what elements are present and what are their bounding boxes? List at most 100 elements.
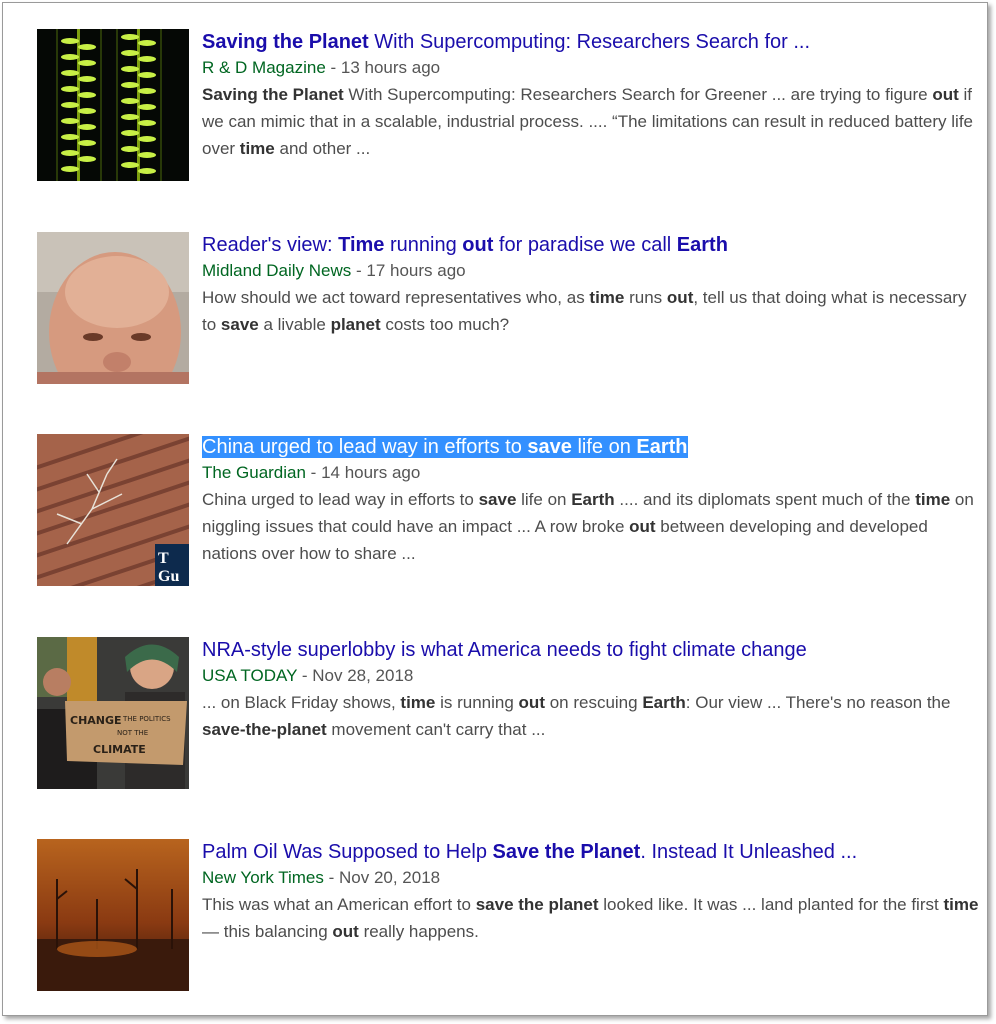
bald-man-portrait-thumbnail[interactable]	[37, 232, 189, 384]
snippet-highlight: save the planet	[475, 895, 599, 914]
result-meta: Midland Daily News - 17 hours ago	[202, 259, 982, 283]
result-source: R & D Magazine	[202, 58, 326, 77]
snippet-highlight: out	[629, 517, 656, 536]
snippet-highlight: time	[239, 139, 275, 158]
title-highlight: Time	[338, 234, 385, 256]
title-text: . Instead It Unleashed ...	[640, 841, 858, 863]
snippet-highlight: out	[666, 288, 694, 307]
snippet-highlight: planet	[330, 315, 381, 334]
title-text: China urged to lead way in efforts to	[202, 436, 528, 458]
title-highlight: Earth	[676, 234, 728, 256]
news-result: T Gu China urged to lead way in efforts …	[37, 434, 977, 586]
result-title-link[interactable]: Saving the Planet With Supercomputing: R…	[202, 31, 810, 53]
meta-separator: -	[325, 58, 341, 77]
result-date: 17 hours ago	[366, 261, 466, 280]
result-source: New York Times	[202, 868, 324, 887]
result-title-link[interactable]: Palm Oil Was Supposed to Help Save the P…	[202, 841, 857, 863]
result-snippet: China urged to lead way in efforts to sa…	[202, 486, 982, 567]
snippet-highlight: out	[932, 85, 959, 104]
climate-protest-thumbnail[interactable]: CHANGE THE POLITICS NOT THE CLIMATE	[37, 637, 189, 789]
snippet-highlight: Earth	[571, 490, 615, 509]
result-meta: R & D Magazine - 13 hours ago	[202, 56, 982, 80]
snippet-text: : Our view ... There's no reason the	[685, 693, 951, 712]
snippet-text: This was what an American effort to	[202, 895, 476, 914]
snippet-highlight: Earth	[642, 693, 686, 712]
title-highlight: out	[462, 234, 494, 256]
snippet-highlight: save	[220, 315, 259, 334]
snippet-highlight: time	[400, 693, 436, 712]
result-snippet: How should we act toward representatives…	[202, 284, 982, 338]
title-highlight: Save the Planet	[492, 841, 641, 863]
snippet-highlight: time	[915, 490, 951, 509]
title-text: NRA-style superlobby is what America nee…	[202, 639, 807, 661]
result-date: 13 hours ago	[340, 58, 441, 77]
snippet-highlight: out	[332, 922, 359, 941]
title-text: Reader's view:	[202, 234, 339, 256]
svg-text:NOT THE: NOT THE	[117, 729, 148, 737]
snippet-text: a livable	[258, 315, 331, 334]
result-title-link[interactable]: China urged to lead way in efforts to sa…	[202, 436, 688, 458]
snippet-text: and other ...	[274, 139, 371, 158]
svg-text:THE POLITICS: THE POLITICS	[122, 715, 171, 723]
title-text: Palm Oil Was Supposed to Help	[202, 841, 493, 863]
snippet-text: China urged to lead way in efforts to	[202, 490, 479, 509]
meta-separator: -	[351, 261, 367, 280]
snippet-text: looked like. It was ... land planted for…	[598, 895, 944, 914]
result-meta: USA TODAY - Nov 28, 2018	[202, 664, 982, 688]
title-highlight: Earth	[636, 436, 688, 458]
result-title-link[interactable]: Reader's view: Time running out for para…	[202, 234, 728, 256]
dry-tree-aerial-thumbnail[interactable]: T Gu	[37, 434, 189, 586]
snippet-text: movement can't carry that ...	[326, 720, 546, 739]
meta-separator: -	[323, 868, 339, 887]
result-text: Saving the Planet With Supercomputing: R…	[202, 29, 982, 162]
result-date: 14 hours ago	[321, 463, 421, 482]
result-title-link[interactable]: NRA-style superlobby is what America nee…	[202, 639, 807, 661]
snippet-text: — this balancing	[202, 922, 333, 941]
result-source: USA TODAY	[202, 666, 298, 685]
title-text: With Supercomputing: Researchers Search …	[368, 31, 811, 53]
result-meta: New York Times - Nov 20, 2018	[202, 866, 982, 890]
title-highlight: save	[527, 436, 572, 458]
result-meta: The Guardian - 14 hours ago	[202, 461, 982, 485]
snippet-text: on rescuing	[544, 693, 643, 712]
title-text: life on	[571, 436, 637, 458]
result-date: Nov 20, 2018	[339, 868, 441, 887]
result-snippet: This was what an American effort to save…	[202, 891, 982, 945]
news-results-panel: Saving the Planet With Supercomputing: R…	[2, 2, 988, 1016]
result-text: NRA-style superlobby is what America nee…	[202, 637, 982, 743]
title-text: running	[384, 234, 463, 256]
snippet-text: ... on Black Friday shows,	[202, 693, 401, 712]
result-text: Reader's view: Time running out for para…	[202, 232, 982, 338]
snippet-highlight: out	[518, 693, 545, 712]
result-text: China urged to lead way in efforts to sa…	[202, 434, 982, 567]
svg-text:Gu: Gu	[158, 568, 179, 585]
snippet-highlight: time	[943, 895, 979, 914]
snippet-text: really happens.	[358, 922, 479, 941]
result-source: The Guardian	[202, 463, 306, 482]
svg-text:CHANGE: CHANGE	[70, 714, 122, 727]
snippet-text: With Supercomputing: Researchers Search …	[343, 85, 933, 104]
snippet-highlight: save-the-planet	[202, 720, 327, 739]
snippet-highlight: time	[589, 288, 625, 307]
svg-text:T: T	[158, 550, 169, 567]
meta-separator: -	[305, 463, 322, 482]
result-source: Midland Daily News	[202, 261, 352, 280]
green-fibers-thumbnail[interactable]	[37, 29, 189, 181]
snippet-text: costs too much?	[380, 315, 510, 334]
snippet-highlight: Saving the Planet	[202, 85, 344, 104]
result-text: Palm Oil Was Supposed to Help Save the P…	[202, 839, 982, 945]
snippet-text: .... and its diplomats spent much of the	[614, 490, 916, 509]
news-result: CHANGE THE POLITICS NOT THE CLIMATE NRA-…	[37, 637, 977, 789]
news-result: Saving the Planet With Supercomputing: R…	[37, 29, 977, 181]
snippet-text: life on	[516, 490, 572, 509]
title-highlight: Saving the Planet	[202, 31, 369, 53]
snippet-text: How should we act toward representatives…	[202, 288, 590, 307]
result-date: Nov 28, 2018	[312, 666, 414, 685]
result-snippet: ... on Black Friday shows, time is runni…	[202, 689, 982, 743]
news-result: Reader's view: Time running out for para…	[37, 232, 977, 384]
snippet-text: runs	[624, 288, 667, 307]
burning-forest-thumbnail[interactable]	[37, 839, 189, 991]
snippet-highlight: save	[478, 490, 517, 509]
title-text: for paradise we call	[493, 234, 677, 256]
news-result: Palm Oil Was Supposed to Help Save the P…	[37, 839, 978, 991]
